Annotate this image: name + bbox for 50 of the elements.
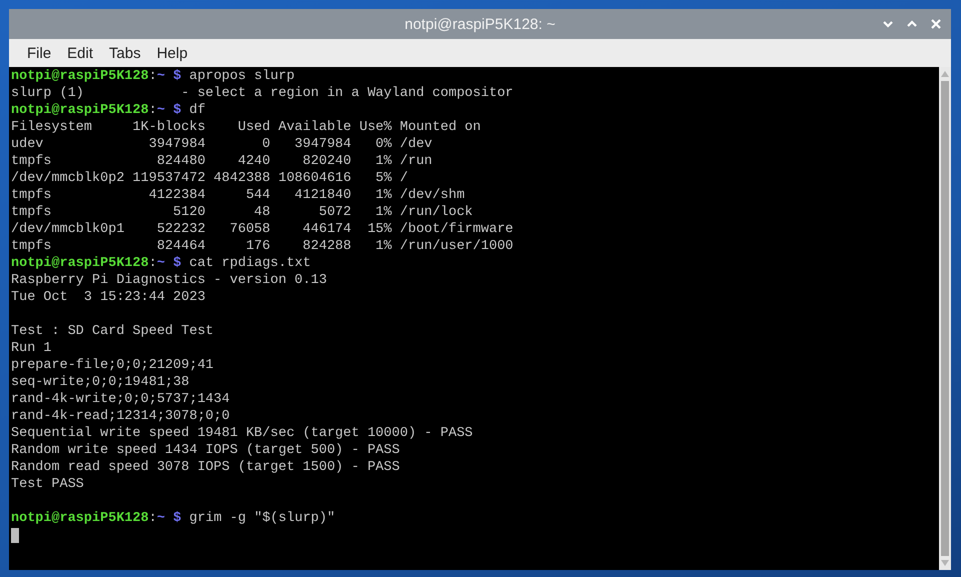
output-text: Tue Oct 3 15:23:44 2023 xyxy=(11,290,206,305)
prompt-user-host: notpi@raspiP5K128 xyxy=(11,511,149,526)
prompt-separator: : xyxy=(148,103,157,118)
prompt-path: ~ xyxy=(156,256,165,271)
prompt-path: ~ xyxy=(156,103,165,118)
command-text: grim -g "$(slurp)" xyxy=(189,511,336,526)
command-text: cat rpdiags.txt xyxy=(189,256,311,271)
prompt-path: ~ xyxy=(156,511,165,526)
output-text: tmpfs 5120 48 5072 1% /run/lock xyxy=(11,205,473,220)
output-text: Test : SD Card Speed Test xyxy=(11,324,214,339)
text-cursor xyxy=(11,528,19,543)
prompt-separator: : xyxy=(148,511,157,526)
output-text: tmpfs 824464 176 824288 1% /run/user/1000 xyxy=(11,239,514,254)
output-text: Run 1 xyxy=(11,341,52,356)
prompt-symbol: $ xyxy=(173,103,182,118)
window-title: notpi@raspiP5K128: ~ xyxy=(404,16,556,32)
output-text: udev 3947984 0 3947984 0% /dev xyxy=(11,137,432,152)
output-text: /dev/mmcblk0p1 522232 76058 446174 15% /boot/firmware xyxy=(11,222,514,237)
output-text: slurp (1) - select a region in a Wayland compositor xyxy=(11,86,514,101)
menu-item[interactable]: File xyxy=(19,44,60,62)
prompt-symbol: $ xyxy=(173,69,182,84)
scroll-down-arrow-icon[interactable] xyxy=(941,560,949,566)
prompt-path: ~ xyxy=(156,69,165,84)
prompt-user-host: notpi@raspiP5K128 xyxy=(11,256,149,271)
output-text: seq-write;0;0;19481;38 xyxy=(11,375,190,390)
prompt-user-host: notpi@raspiP5K128 xyxy=(11,103,149,118)
output-text: Sequential write speed 19481 KB/sec (target 10000) - PASS xyxy=(11,426,473,441)
scroll-up-arrow-icon[interactable] xyxy=(941,71,949,77)
command-text: df xyxy=(189,103,206,118)
output-text: tmpfs 4122384 544 4121840 1% /dev/shm xyxy=(11,188,465,203)
command-text: apropos slurp xyxy=(189,69,295,84)
menu-item[interactable]: Tabs xyxy=(101,44,149,62)
output-text: Raspberry Pi Diagnostics - version 0.13 xyxy=(11,273,327,288)
output-text: rand-4k-write;0;0;5737;1434 xyxy=(11,392,230,407)
output-text: prepare-file;0;0;21209;41 xyxy=(11,358,214,373)
output-text: Filesystem 1K-blocks Used Available Use% Mounted on xyxy=(11,120,481,135)
prompt-separator: : xyxy=(148,256,157,271)
prompt-symbol: $ xyxy=(173,256,182,271)
prompt-separator: : xyxy=(148,69,157,84)
prompt-user-host: notpi@raspiP5K128 xyxy=(11,69,149,84)
menu-item[interactable]: Help xyxy=(148,44,196,62)
output-text: Test PASS xyxy=(11,477,84,492)
output-text: rand-4k-read;12314;3078;0;0 xyxy=(11,409,230,424)
output-text: Random write speed 1434 IOPS (target 500) - PASS xyxy=(11,443,400,458)
output-text: Random read speed 3078 IOPS (target 1500) - PASS xyxy=(11,460,400,475)
scrollbar[interactable] xyxy=(939,67,951,570)
menu-item[interactable]: Edit xyxy=(59,44,102,62)
prompt-symbol: $ xyxy=(173,511,182,526)
output-text: /dev/mmcblk0p2 119537472 4842388 108604616 5% / xyxy=(11,171,408,186)
output-text: tmpfs 824480 4240 820240 1% /run xyxy=(11,154,432,169)
